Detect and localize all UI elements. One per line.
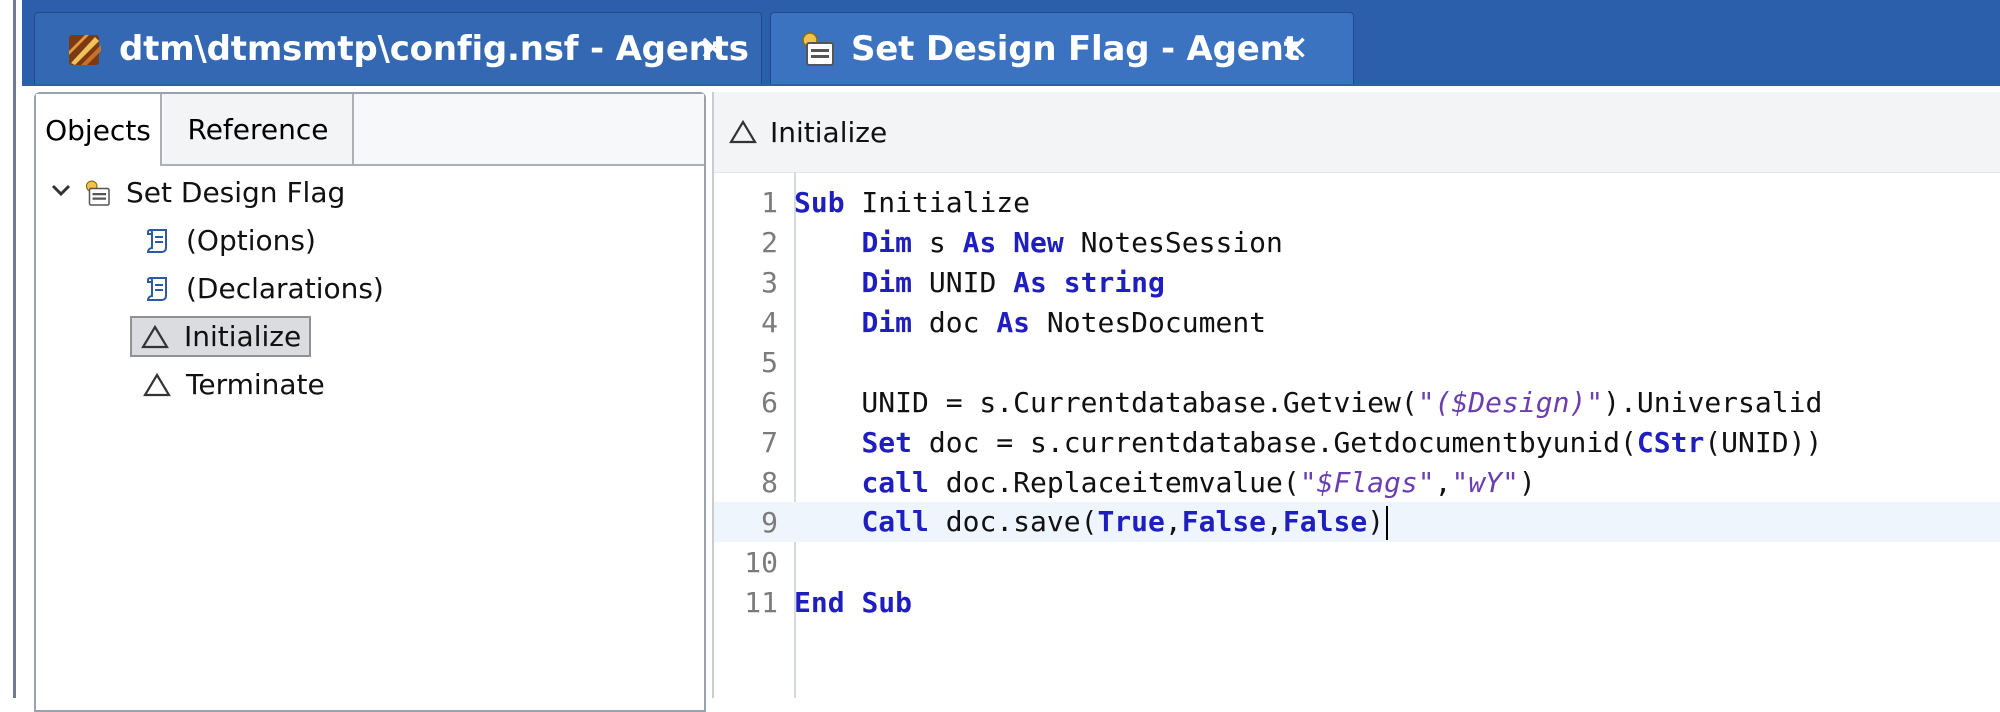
- triangle-icon: [143, 372, 171, 396]
- code-line[interactable]: 2 Dim s As New NotesSession: [714, 222, 2000, 262]
- tree-item-initialize[interactable]: Initialize: [130, 316, 312, 357]
- tab-config-agents[interactable]: dtm\dtmsmtp\config.nsf - Agents ✕: [34, 12, 762, 84]
- keyword: False: [1282, 504, 1368, 538]
- keyword: call: [861, 465, 929, 499]
- panel-subtabs: Objects Reference: [36, 94, 704, 166]
- code-text: Set doc = s.currentdatabase.Getdocumentb…: [861, 425, 1823, 459]
- keyword: Sub: [861, 585, 913, 619]
- code-line[interactable]: 10: [714, 542, 2000, 582]
- code-text: Dim doc As NotesDocument: [861, 305, 1267, 339]
- line-number: 7: [761, 425, 778, 459]
- triangle-icon: [141, 324, 169, 348]
- tree-item-label: Set Design Flag: [126, 176, 346, 209]
- line-number: 6: [761, 385, 778, 419]
- code-line[interactable]: 9 Call doc.save(True,False,False): [714, 502, 2000, 542]
- tree-item-terminate[interactable]: Terminate: [142, 368, 325, 401]
- agent-icon: [85, 179, 110, 206]
- objects-panel: Objects Reference Set Design Flag (Optio…: [34, 92, 706, 712]
- keyword: Call: [861, 504, 929, 538]
- keyword: As: [1013, 265, 1047, 299]
- editor-title: Initialize: [770, 115, 888, 149]
- code-text: Sub Initialize: [794, 185, 1031, 219]
- code-text: End Sub: [782, 586, 912, 619]
- keyword: Dim: [861, 265, 913, 299]
- tree-item-set-design-flag[interactable]: Set Design Flag: [50, 176, 345, 209]
- line-number: 3: [761, 265, 778, 299]
- line-number: 2: [761, 225, 778, 259]
- keyword: False: [1181, 504, 1267, 538]
- close-icon[interactable]: ✕: [699, 29, 728, 69]
- keyword: As: [996, 305, 1031, 339]
- code-line[interactable]: 5: [714, 342, 2000, 382]
- text-cursor: [1386, 505, 1389, 540]
- code-text: UNID = s.Currentdatabase.Getview("($Desi…: [794, 385, 1823, 419]
- tree-item-options[interactable]: (Options): [142, 224, 316, 257]
- keyword: Set: [861, 425, 913, 459]
- tab-label: Set Design Flag - Agent: [851, 28, 1300, 69]
- code-text: call doc.Replaceitemvalue("$Flags","wY"): [861, 465, 1536, 499]
- keyword: Dim: [861, 225, 913, 259]
- editor-header: Initialize: [714, 92, 2000, 173]
- line-number: 8: [761, 465, 778, 499]
- tree-item-declarations[interactable]: (Declarations): [142, 272, 384, 305]
- line-number: 4: [761, 305, 778, 339]
- code-editor-pane: Initialize 1 Sub Initialize 2 Dim s As New…: [712, 92, 2000, 698]
- tree-item-label: (Options): [186, 224, 316, 257]
- keyword: As: [962, 225, 997, 259]
- keyword: New: [1013, 225, 1064, 259]
- code-line[interactable]: 6 UNID = s.Currentdatabase.Getview("($De…: [714, 382, 2000, 422]
- line-number: 5: [761, 345, 778, 379]
- window-border: [13, 0, 16, 698]
- keyword: Sub: [794, 185, 845, 219]
- script-icon: [146, 276, 167, 301]
- tab-set-design-flag-agent[interactable]: Set Design Flag - Agent ✕: [770, 12, 1354, 84]
- line-number: 10: [744, 545, 778, 579]
- code-text: Dim s As New NotesSession: [861, 225, 1283, 259]
- line-number: 9: [761, 505, 778, 539]
- keyword: Dim: [861, 305, 913, 339]
- tree-item-label: Terminate: [186, 368, 325, 401]
- string-literal: "$Flags": [1299, 465, 1435, 499]
- keyword: string: [1063, 265, 1165, 299]
- tab-reference[interactable]: Reference: [164, 94, 354, 164]
- keyword: CStr: [1636, 425, 1705, 459]
- database-icon: [69, 34, 101, 65]
- code-text: Dim UNID As string: [861, 265, 1165, 299]
- tab-label: dtm\dtmsmtp\config.nsf - Agents: [119, 28, 749, 69]
- line-number: 11: [744, 585, 778, 619]
- editor-tab-strip: dtm\dtmsmtp\config.nsf - Agents ✕ Set De…: [0, 0, 2000, 698]
- line-number: 1: [761, 185, 778, 219]
- code-text: Call doc.save(True,False,False): [782, 504, 1389, 540]
- window-edge: [0, 0, 22, 698]
- chevron-down-icon[interactable]: [50, 179, 72, 207]
- tree-item-label: (Declarations): [186, 272, 384, 305]
- code-line[interactable]: 11 End Sub: [714, 582, 2000, 622]
- tree-item-label: Initialize: [184, 320, 302, 353]
- code-line[interactable]: 4 Dim doc As NotesDocument: [714, 302, 2000, 342]
- agent-icon: [802, 31, 834, 66]
- keyword: End: [794, 585, 845, 619]
- close-icon[interactable]: ✕: [1281, 29, 1310, 69]
- string-literal: "wY": [1451, 465, 1519, 499]
- tab-objects[interactable]: Objects: [36, 94, 162, 166]
- code-line[interactable]: 1 Sub Initialize: [714, 182, 2000, 222]
- triangle-icon: [729, 119, 757, 144]
- script-icon: [146, 228, 167, 253]
- keyword: True: [1097, 504, 1165, 538]
- code-line[interactable]: 8 call doc.Replaceitemvalue("$Flags","wY…: [714, 462, 2000, 502]
- string-literal: "($Design)": [1417, 385, 1604, 419]
- code-line[interactable]: 3 Dim UNID As string: [714, 262, 2000, 302]
- code-line[interactable]: 7 Set doc = s.currentdatabase.Getdocumen…: [714, 422, 2000, 462]
